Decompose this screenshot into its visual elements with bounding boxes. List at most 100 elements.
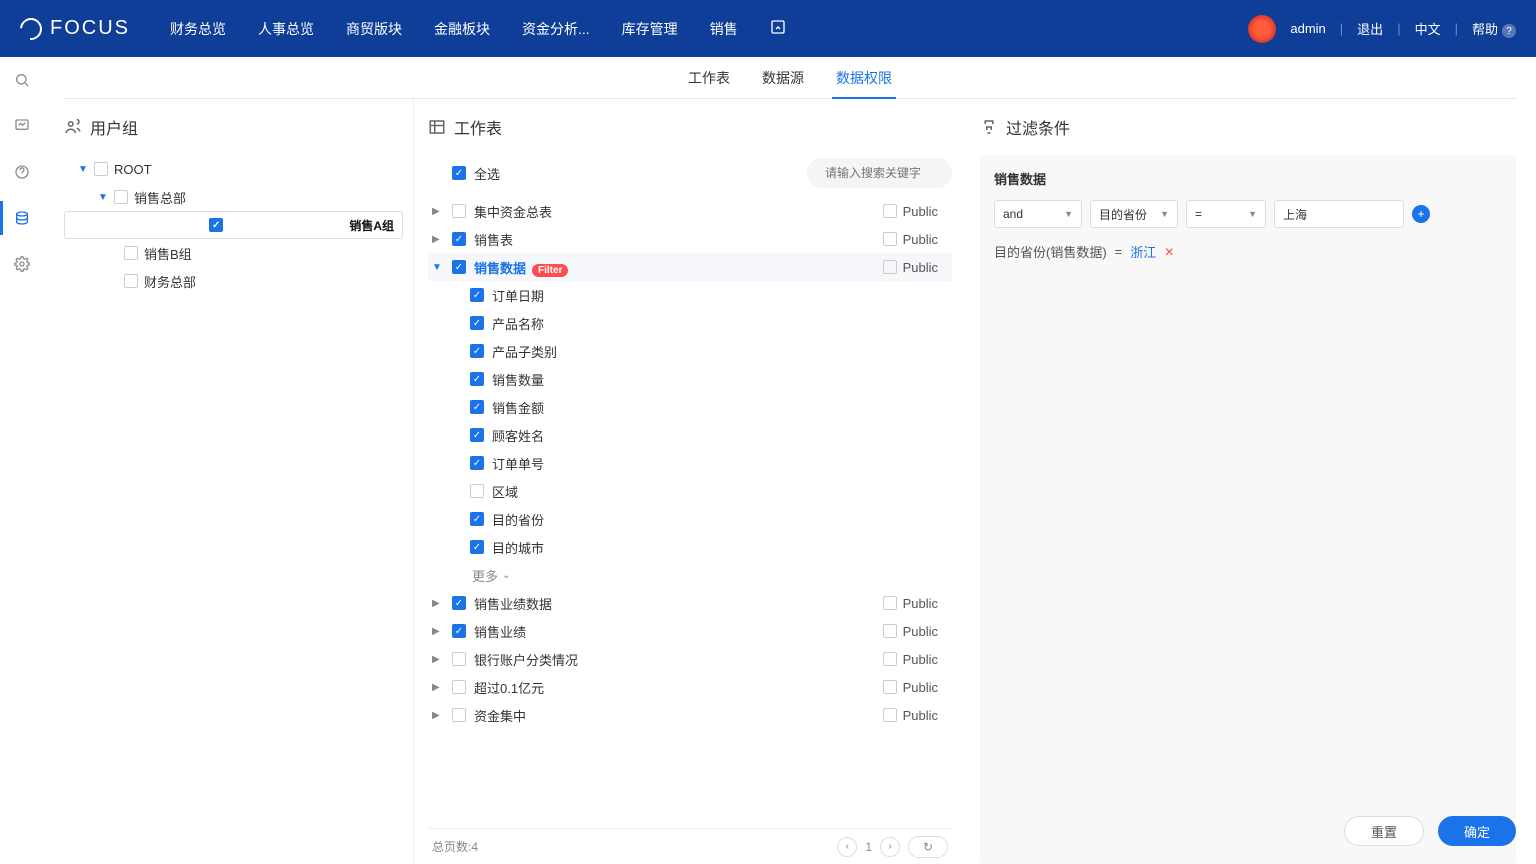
nav-trade[interactable]: 商贸版块 xyxy=(346,19,402,39)
worksheet-row[interactable]: ▶区域 xyxy=(428,477,952,505)
public-toggle[interactable]: Public xyxy=(883,708,938,723)
public-checkbox[interactable] xyxy=(883,624,897,638)
row-checkbox[interactable] xyxy=(470,540,484,554)
delete-condition-button[interactable]: ✕ xyxy=(1164,245,1174,259)
page-next-button[interactable]: › xyxy=(880,837,900,857)
tree-caret-icon[interactable]: ▼ xyxy=(78,164,88,175)
nav-finance[interactable]: 财务总览 xyxy=(170,19,226,39)
nav-inventory[interactable]: 库存管理 xyxy=(622,19,678,39)
row-caret-icon[interactable]: ▶ xyxy=(432,206,444,217)
field-select[interactable]: 目的省份▼ xyxy=(1090,200,1178,228)
logic-select[interactable]: and▼ xyxy=(994,200,1082,228)
row-checkbox[interactable] xyxy=(452,260,466,274)
worksheet-row[interactable]: ▶超过0.1亿元Public xyxy=(428,673,952,701)
tree-caret-icon[interactable]: ▼ xyxy=(98,192,108,203)
worksheet-row[interactable]: ▶订单日期 xyxy=(428,281,952,309)
public-toggle[interactable]: Public xyxy=(883,596,938,611)
more-row[interactable]: 更多 ⌄ xyxy=(428,561,952,589)
search-input[interactable] xyxy=(825,166,980,180)
row-checkbox[interactable] xyxy=(452,204,466,218)
avatar[interactable] xyxy=(1248,15,1276,43)
op-select[interactable]: =▼ xyxy=(1186,200,1266,228)
row-checkbox[interactable] xyxy=(470,344,484,358)
nav-funds[interactable]: 资金分析... xyxy=(522,19,590,39)
worksheet-row[interactable]: ▶顾客姓名 xyxy=(428,421,952,449)
public-checkbox[interactable] xyxy=(883,680,897,694)
public-toggle[interactable]: Public xyxy=(883,232,938,247)
settings-icon[interactable] xyxy=(13,255,31,273)
row-checkbox[interactable] xyxy=(452,232,466,246)
row-checkbox[interactable] xyxy=(470,288,484,302)
add-condition-button[interactable]: + xyxy=(1412,205,1430,223)
tab-datasource[interactable]: 数据源 xyxy=(758,57,808,99)
worksheet-row[interactable]: ▶销售业绩数据Public xyxy=(428,589,952,617)
public-toggle[interactable]: Public xyxy=(883,652,938,667)
worksheet-row[interactable]: ▼销售数据FilterPublic xyxy=(428,253,952,281)
tree-checkbox[interactable] xyxy=(94,162,108,176)
nav-financial[interactable]: 金融板块 xyxy=(434,19,490,39)
row-caret-icon[interactable]: ▶ xyxy=(432,710,444,721)
row-checkbox[interactable] xyxy=(452,652,466,666)
dashboard-icon[interactable] xyxy=(13,117,31,135)
worksheet-row[interactable]: ▶集中资金总表Public xyxy=(428,197,952,225)
worksheet-row[interactable]: ▶销售数量 xyxy=(428,365,952,393)
lang-link[interactable]: 中文 xyxy=(1415,19,1441,38)
search-icon[interactable] xyxy=(13,71,31,89)
row-checkbox[interactable] xyxy=(470,400,484,414)
tree-row[interactable]: ▼销售总部 xyxy=(64,183,403,211)
tree-row[interactable]: 销售A组 xyxy=(64,211,403,239)
select-all-row[interactable]: ✓ 全选 xyxy=(428,164,500,183)
data-icon[interactable] xyxy=(13,209,31,227)
row-checkbox[interactable] xyxy=(452,596,466,610)
public-toggle[interactable]: Public xyxy=(883,624,938,639)
worksheet-row[interactable]: ▶产品子类别 xyxy=(428,337,952,365)
public-toggle[interactable]: Public xyxy=(883,680,938,695)
worksheet-row[interactable]: ▶产品名称 xyxy=(428,309,952,337)
row-caret-icon[interactable]: ▶ xyxy=(432,682,444,693)
row-caret-icon[interactable]: ▼ xyxy=(432,262,444,273)
row-checkbox[interactable] xyxy=(470,316,484,330)
worksheet-row[interactable]: ▶订单单号 xyxy=(428,449,952,477)
worksheet-row[interactable]: ▶销售金额 xyxy=(428,393,952,421)
row-caret-icon[interactable]: ▶ xyxy=(432,654,444,665)
tree-checkbox[interactable] xyxy=(114,190,128,204)
tree-row[interactable]: 财务总部 xyxy=(64,267,403,295)
public-checkbox[interactable] xyxy=(883,232,897,246)
tree-checkbox[interactable] xyxy=(209,218,223,232)
select-all-checkbox[interactable]: ✓ xyxy=(452,166,466,180)
tab-worksheet[interactable]: 工作表 xyxy=(684,57,734,99)
row-checkbox[interactable] xyxy=(452,708,466,722)
public-checkbox[interactable] xyxy=(883,708,897,722)
worksheet-row[interactable]: ▶目的城市 xyxy=(428,533,952,561)
tree-row[interactable]: 销售B组 xyxy=(64,239,403,267)
public-checkbox[interactable] xyxy=(883,260,897,274)
search-box[interactable] xyxy=(807,158,952,188)
value-input[interactable]: 上海 xyxy=(1274,200,1404,228)
page-prev-button[interactable]: ‹ xyxy=(837,837,857,857)
row-caret-icon[interactable]: ▶ xyxy=(432,598,444,609)
tree-row[interactable]: ▼ROOT xyxy=(64,155,403,183)
nav-edit-icon[interactable] xyxy=(770,19,786,39)
row-caret-icon[interactable]: ▶ xyxy=(432,626,444,637)
help-link[interactable]: 帮助? xyxy=(1472,19,1516,39)
public-checkbox[interactable] xyxy=(883,596,897,610)
tree-checkbox[interactable] xyxy=(124,246,138,260)
row-checkbox[interactable] xyxy=(470,456,484,470)
tab-permission[interactable]: 数据权限 xyxy=(832,57,896,99)
worksheet-row[interactable]: ▶目的省份 xyxy=(428,505,952,533)
refresh-button[interactable]: ↻ xyxy=(908,836,948,858)
logout-link[interactable]: 退出 xyxy=(1357,19,1383,38)
row-checkbox[interactable] xyxy=(470,484,484,498)
reset-button[interactable]: 重置 xyxy=(1344,816,1424,846)
nav-sales[interactable]: 销售 xyxy=(710,19,738,39)
public-checkbox[interactable] xyxy=(883,652,897,666)
help-icon[interactable] xyxy=(13,163,31,181)
tree-checkbox[interactable] xyxy=(124,274,138,288)
worksheet-row[interactable]: ▶销售表Public xyxy=(428,225,952,253)
row-checkbox[interactable] xyxy=(470,428,484,442)
row-checkbox[interactable] xyxy=(470,512,484,526)
public-checkbox[interactable] xyxy=(883,204,897,218)
public-toggle[interactable]: Public xyxy=(883,204,938,219)
public-toggle[interactable]: Public xyxy=(883,260,938,275)
row-caret-icon[interactable]: ▶ xyxy=(432,234,444,245)
